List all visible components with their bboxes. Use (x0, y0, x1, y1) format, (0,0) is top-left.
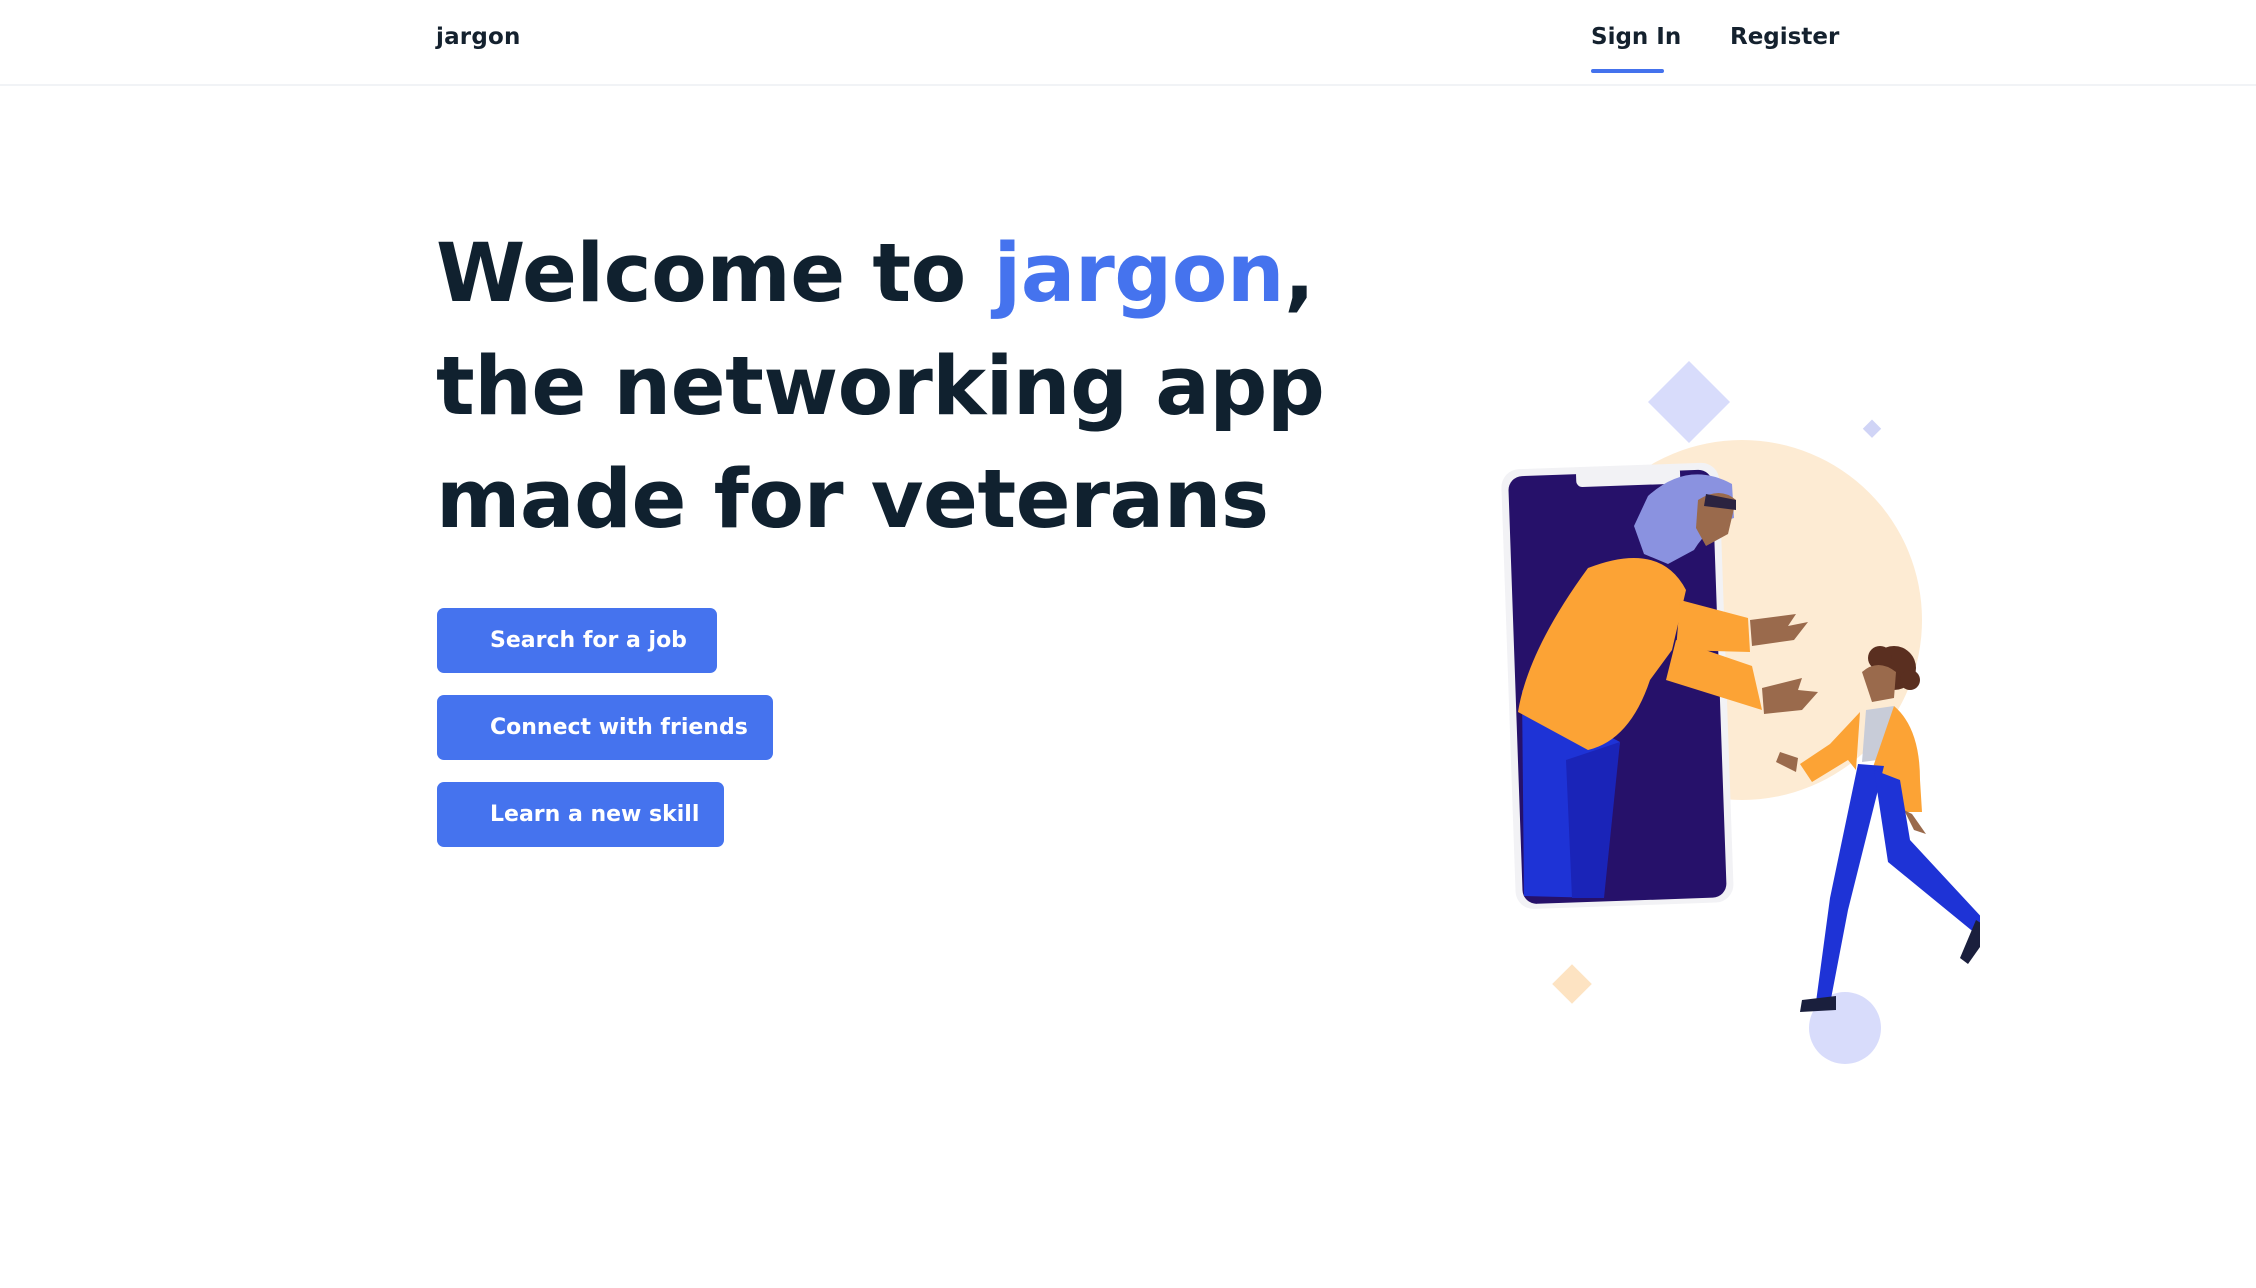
hero-heading-line2: the networking app (436, 340, 1325, 434)
brand-logo[interactable]: jargon (436, 24, 521, 50)
search-job-button[interactable]: Search for a job (437, 608, 717, 673)
top-navbar: jargon Sign In Register (0, 0, 2256, 86)
hero-heading-line3: made for veterans (436, 453, 1269, 547)
peach-diamond (1552, 964, 1592, 1004)
active-nav-indicator (1591, 69, 1664, 73)
nav-register-link[interactable]: Register (1730, 24, 1839, 50)
hero-heading-brand: jargon (993, 227, 1285, 321)
landing-page: jargon Sign In Register Welcome to jargo… (0, 0, 2256, 1288)
hero-heading: Welcome to jargon, the networking app made… (436, 218, 1336, 557)
lavender-diamond (1647, 360, 1731, 444)
hero-heading-prefix: Welcome to (436, 227, 994, 321)
nav-sign-in-link[interactable]: Sign In (1591, 24, 1681, 50)
hero-heading-comma: , (1284, 227, 1315, 321)
connect-friends-button[interactable]: Connect with friends (437, 695, 773, 760)
learn-skill-button[interactable]: Learn a new skill (437, 782, 724, 847)
welcome-illustration-icon (1501, 360, 1980, 1064)
small-diamond (1862, 419, 1882, 438)
